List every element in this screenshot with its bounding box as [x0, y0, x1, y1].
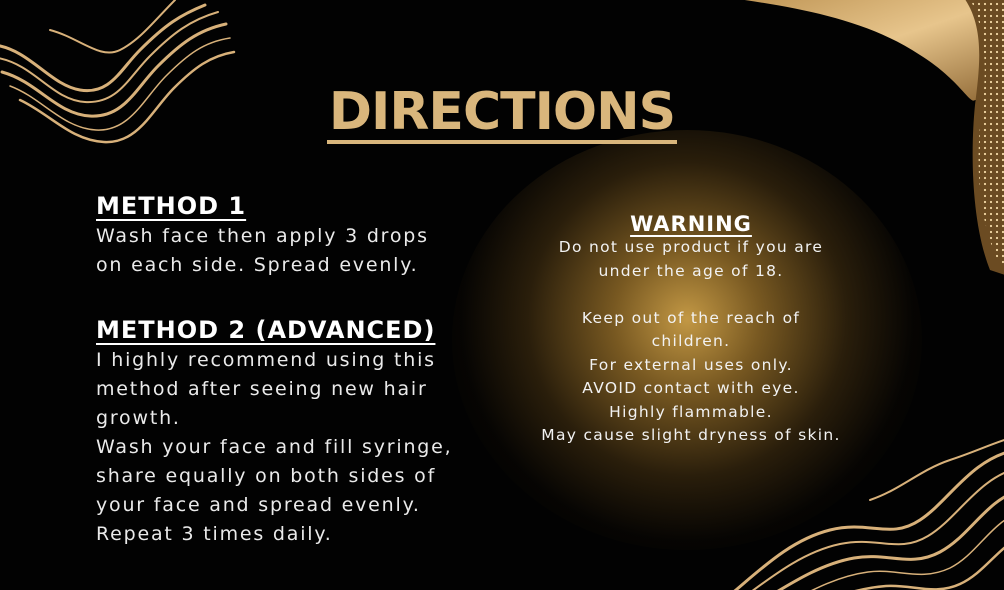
method-1-section: METHOD 1 Wash face then apply 3 drops on…: [96, 192, 476, 280]
page-title-text: DIRECTIONS: [326, 82, 678, 144]
warning-spacer: [510, 283, 872, 307]
warning-heading: WARNING: [630, 212, 752, 236]
page-title: DIRECTIONS: [0, 82, 1004, 144]
method-2-heading: METHOD 2 (ADVANCED): [96, 316, 436, 344]
method-1-text: Wash face then apply 3 drops on each sid…: [96, 225, 429, 276]
directions-card: DIRECTIONS METHOD 1 Wash face then apply…: [0, 0, 1004, 590]
warning-section: WARNING Do not use product if you are un…: [510, 212, 872, 448]
warning-line: AVOID contact with eye.: [582, 379, 800, 397]
warning-line: children.: [651, 332, 731, 350]
method-2-text: I highly recommend using this method aft…: [96, 349, 453, 545]
warning-line: May cause slight dryness of skin.: [541, 426, 841, 444]
method-2-section: METHOD 2 (ADVANCED) I highly recommend u…: [96, 316, 476, 549]
warning-line: Do not use product if you are: [558, 238, 824, 256]
warning-line: Keep out of the reach of: [581, 308, 801, 327]
warning-line: under the age of 18.: [598, 261, 784, 280]
warning-line: Highly flammable.: [609, 402, 773, 421]
warning-line: For external uses only.: [589, 355, 793, 374]
method-1-heading: METHOD 1: [96, 192, 247, 220]
